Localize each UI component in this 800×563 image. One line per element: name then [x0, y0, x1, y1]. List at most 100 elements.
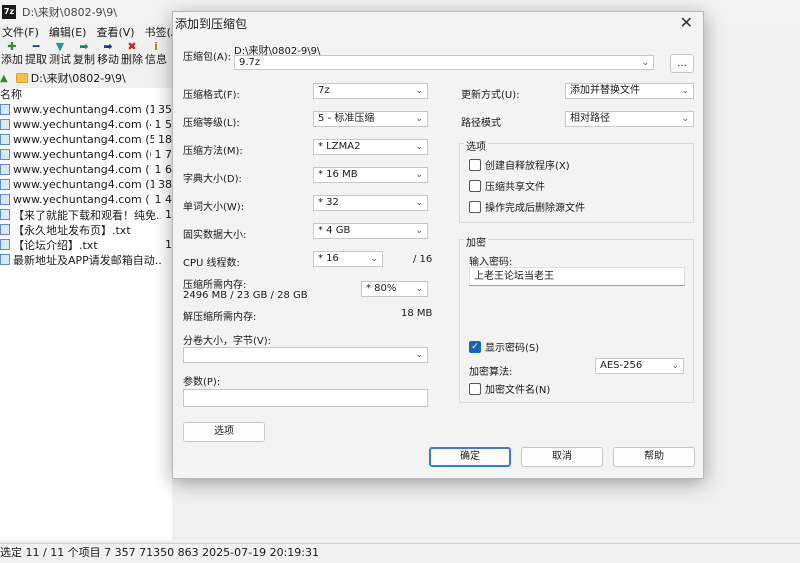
file-row[interactable]: www.yechuntang4.com (13...1 4: [0, 192, 172, 207]
chevron-down-icon: ⌄: [415, 284, 423, 294]
file-size: 1: [165, 238, 172, 251]
word-combo[interactable]: * 32 ⌄: [313, 195, 428, 211]
file-icon: [0, 209, 10, 220]
update-value: 添加并替换文件: [570, 85, 640, 96]
method-combo[interactable]: * LZMA2 ⌄: [313, 139, 428, 155]
file-row[interactable]: www.yechuntang4.com (4)....1 5: [0, 117, 172, 132]
update-combo[interactable]: 添加并替换文件 ⌄: [565, 83, 694, 99]
show-password-label: 显示密码(S): [485, 343, 540, 354]
file-size: 1 7: [154, 148, 173, 161]
column-header-name[interactable]: 名称: [0, 88, 172, 102]
file-row[interactable]: www.yechuntang4.com (11... 38: [0, 177, 172, 192]
file-icon: [0, 164, 10, 175]
bg-pathbar: ▲ D:\来财\0802-9\9\: [0, 70, 172, 86]
toolbar-test-label: 测试: [49, 53, 71, 66]
pathmode-label: 路径模式: [461, 118, 501, 129]
word-value: * 32: [318, 197, 339, 208]
level-combo[interactable]: 5 - 标准压缩 ⌄: [313, 111, 428, 127]
help-button[interactable]: 帮助: [613, 447, 695, 467]
file-row[interactable]: 【永久地址发布页】.txt: [0, 222, 172, 237]
toolbar-test-button[interactable]: ▼ 测试: [48, 40, 72, 68]
cpu-combo[interactable]: * 16 ⌄: [313, 251, 383, 267]
file-row[interactable]: www.yechuntang4.com (1).... 35: [0, 102, 172, 117]
menu-file[interactable]: 文件(F): [2, 24, 39, 40]
browse-button[interactable]: ...: [670, 54, 694, 73]
toolbar-add-button[interactable]: ✚ 添加: [0, 40, 24, 68]
file-icon: [0, 104, 10, 115]
chevron-down-icon: ⌄: [415, 142, 423, 152]
format-combo[interactable]: 7z ⌄: [313, 83, 428, 99]
encrypt-names-checkbox[interactable]: 加密文件名(N): [469, 381, 550, 396]
opt-delete-checkbox[interactable]: 操作完成后删除源文件: [469, 199, 585, 214]
menu-edit[interactable]: 编辑(E): [49, 24, 87, 40]
show-password-checkbox[interactable]: ✓ 显示密码(S): [469, 339, 539, 354]
chevron-down-icon: ⌄: [415, 198, 423, 208]
up-folder-icon[interactable]: ▲: [0, 73, 8, 84]
toolbar-move-button[interactable]: ➡ 移动: [96, 40, 120, 68]
toolbar-copy-button[interactable]: ➡ 复制: [72, 40, 96, 68]
level-label: 压缩等级(L):: [183, 118, 240, 129]
chevron-down-icon: ⌄: [681, 114, 689, 124]
solid-value: * 4 GB: [318, 225, 351, 236]
dict-value: * 16 MB: [318, 169, 358, 180]
toolbar-delete-button[interactable]: ✖ 删除: [120, 40, 144, 68]
file-icon: [0, 134, 10, 145]
solid-combo[interactable]: * 4 GB ⌄: [313, 223, 428, 239]
file-row[interactable]: www.yechuntang4.com (5).... 18: [0, 132, 172, 147]
bg-window-title: D:\来财\0802-9\9\: [22, 6, 117, 19]
file-size: 1 5: [154, 118, 173, 131]
file-name: 【永久地址发布页】.txt: [13, 223, 131, 237]
file-row[interactable]: www.yechuntang4.com (10...1 6: [0, 162, 172, 177]
enc-method-combo[interactable]: AES-256 ⌄: [595, 358, 684, 374]
file-row[interactable]: www.yechuntang4.com (6)....1 7: [0, 147, 172, 162]
ok-button[interactable]: 确定: [429, 447, 511, 467]
split-combo[interactable]: ⌄: [183, 347, 428, 363]
path-text[interactable]: D:\来财\0802-9\9\: [31, 70, 126, 86]
dict-combo[interactable]: * 16 MB ⌄: [313, 167, 428, 183]
file-size: 38: [158, 178, 172, 191]
chevron-down-icon: ⌄: [415, 170, 423, 180]
toolbar-add-label: 添加: [1, 53, 23, 66]
file-size: 18: [158, 133, 172, 146]
checkmark-icon: ✓: [469, 340, 481, 353]
archive-label: 压缩包(A):: [183, 52, 232, 63]
toolbar-info-label: 信息: [145, 53, 167, 66]
mem-pct-combo[interactable]: * 80% ⌄: [361, 281, 428, 297]
chevron-down-icon: ⌄: [415, 226, 423, 236]
cpu-value: * 16: [318, 253, 339, 264]
file-size: 1: [165, 208, 172, 221]
bg-menubar: 文件(F) 编辑(E) 查看(V) 书签(A): [0, 24, 183, 40]
chevron-down-icon: ⌄: [641, 58, 649, 68]
checkbox-box: [469, 179, 481, 192]
mem-decomp-label: 解压缩所需内存:: [183, 312, 257, 323]
close-icon[interactable]: ✕: [680, 13, 693, 32]
mem-pct-value: * 80%: [366, 283, 397, 294]
file-size: 35: [158, 103, 172, 116]
pathmode-combo[interactable]: 相对路径 ⌄: [565, 111, 694, 127]
toolbar-extract-button[interactable]: ━ 提取: [24, 40, 48, 68]
format-value: 7z: [318, 85, 330, 96]
opt-shared-checkbox[interactable]: 压缩共享文件: [469, 178, 545, 193]
file-icon: [0, 254, 10, 265]
menu-view[interactable]: 查看(V): [96, 24, 134, 40]
bg-file-list: 名称 www.yechuntang4.com (1)....35www.yech…: [0, 88, 172, 540]
file-name: www.yechuntang4.com (13...: [13, 193, 151, 206]
file-icon: [0, 239, 10, 250]
cancel-button[interactable]: 取消: [521, 447, 603, 467]
file-name: www.yechuntang4.com (11...: [13, 178, 154, 191]
file-row[interactable]: 最新地址及APP请发邮箱自动...: [0, 252, 172, 267]
checkbox-box: [469, 382, 481, 395]
archive-name-combo[interactable]: 9.7z ⌄: [234, 55, 654, 70]
password-label: 输入密码:: [469, 257, 513, 268]
password-input[interactable]: 上老王论坛当老王: [469, 267, 685, 286]
checkbox-box: [469, 158, 481, 171]
options-button[interactable]: 选项: [183, 422, 265, 442]
opt-sfx-checkbox[interactable]: 创建自释放程序(X): [469, 157, 570, 172]
update-label: 更新方式(U):: [461, 90, 520, 101]
file-row[interactable]: 【论坛介绍】.txt 1: [0, 237, 172, 252]
params-input[interactable]: [183, 389, 428, 407]
chevron-down-icon: ⌄: [671, 361, 679, 371]
file-row[interactable]: 【来了就能下载和观看！纯免... 1: [0, 207, 172, 222]
dialog-titlebar: 添加到压缩包 ✕: [173, 12, 703, 34]
toolbar-info-button[interactable]: i 信息: [144, 40, 168, 68]
